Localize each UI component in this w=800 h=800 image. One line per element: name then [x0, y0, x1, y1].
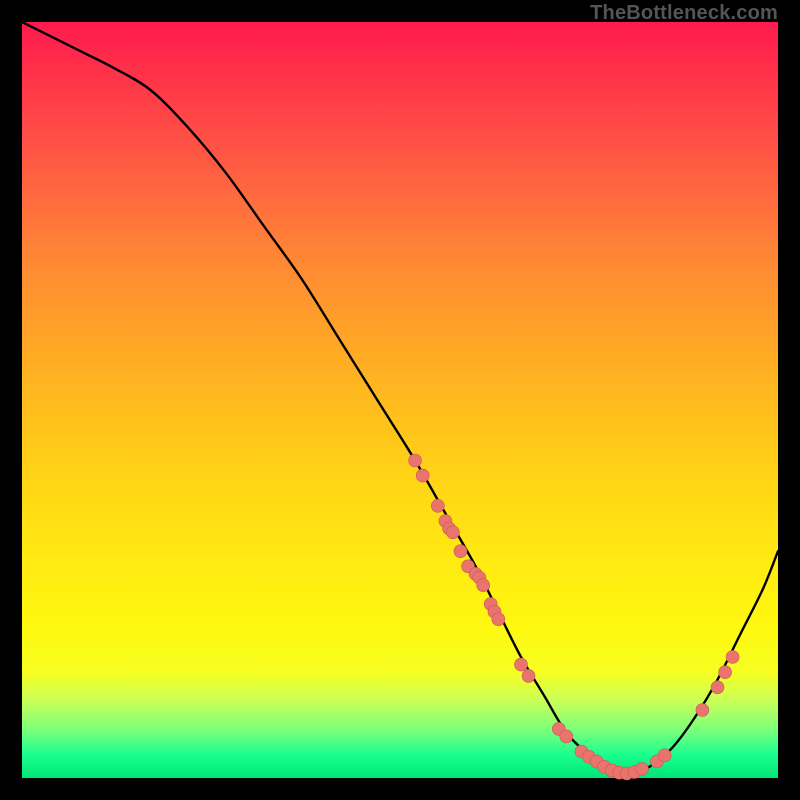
chart-svg: [22, 22, 778, 778]
bottleneck-curve: [22, 22, 778, 774]
highlight-point: [454, 545, 467, 558]
highlight-point: [719, 666, 732, 679]
watermark-label: TheBottleneck.com: [590, 2, 778, 25]
highlight-point: [492, 613, 505, 626]
highlight-point: [522, 669, 535, 682]
highlight-point: [416, 469, 429, 482]
highlight-point: [477, 579, 490, 592]
highlight-point: [658, 749, 671, 762]
highlight-point: [696, 704, 709, 717]
highlight-points-group: [409, 454, 739, 780]
highlight-point: [635, 762, 648, 775]
chart-plot-area: [22, 22, 778, 778]
highlight-point: [726, 651, 739, 664]
highlight-point: [711, 681, 724, 694]
highlight-point: [446, 526, 459, 539]
highlight-point: [431, 499, 444, 512]
highlight-point: [560, 730, 573, 743]
highlight-point: [409, 454, 422, 467]
highlight-point: [515, 658, 528, 671]
